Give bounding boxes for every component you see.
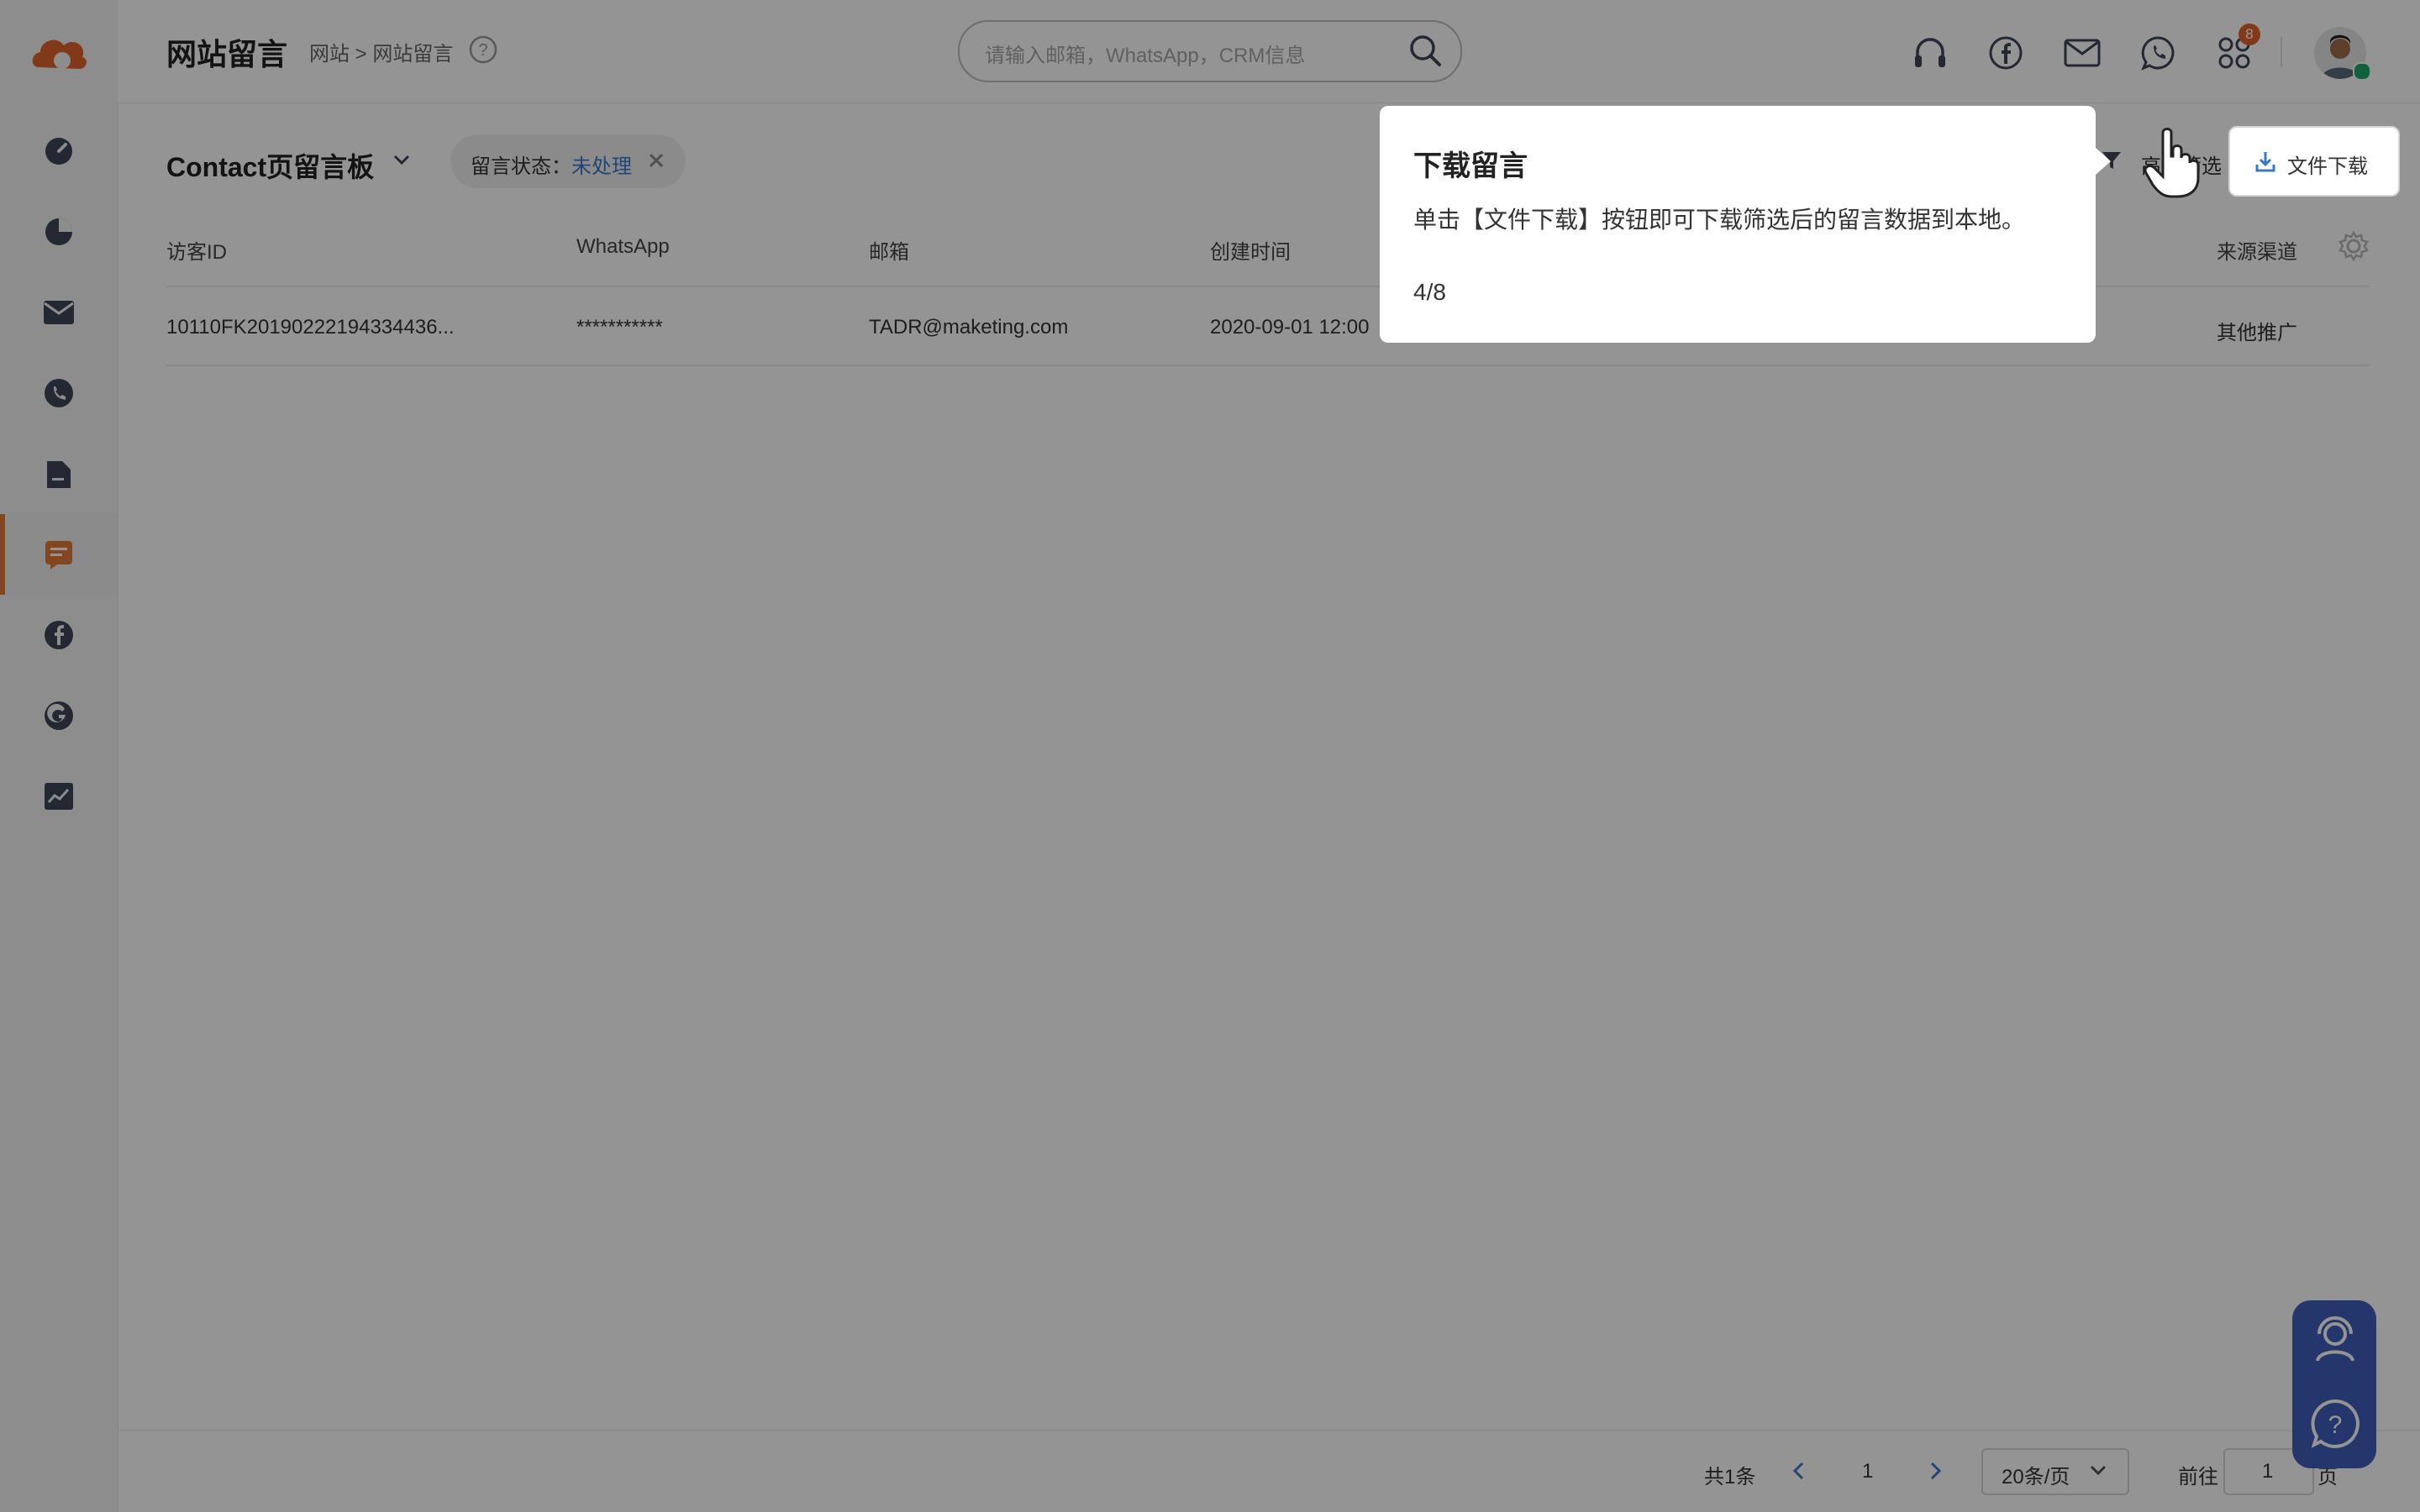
tour-popup-body: 单击【文件下载】按钮即可下载筛选后的留言数据到本地。 — [1413, 207, 2026, 233]
tour-popup-title: 下载留言 — [1413, 150, 1528, 182]
tour-step-indicator: 4/8 — [1413, 279, 1446, 305]
pointer-hand-icon — [2143, 126, 2202, 202]
download-button-label: 文件下载 — [2287, 155, 2368, 178]
tour-popup-arrow — [2096, 148, 2111, 175]
download-icon — [2254, 150, 2277, 177]
